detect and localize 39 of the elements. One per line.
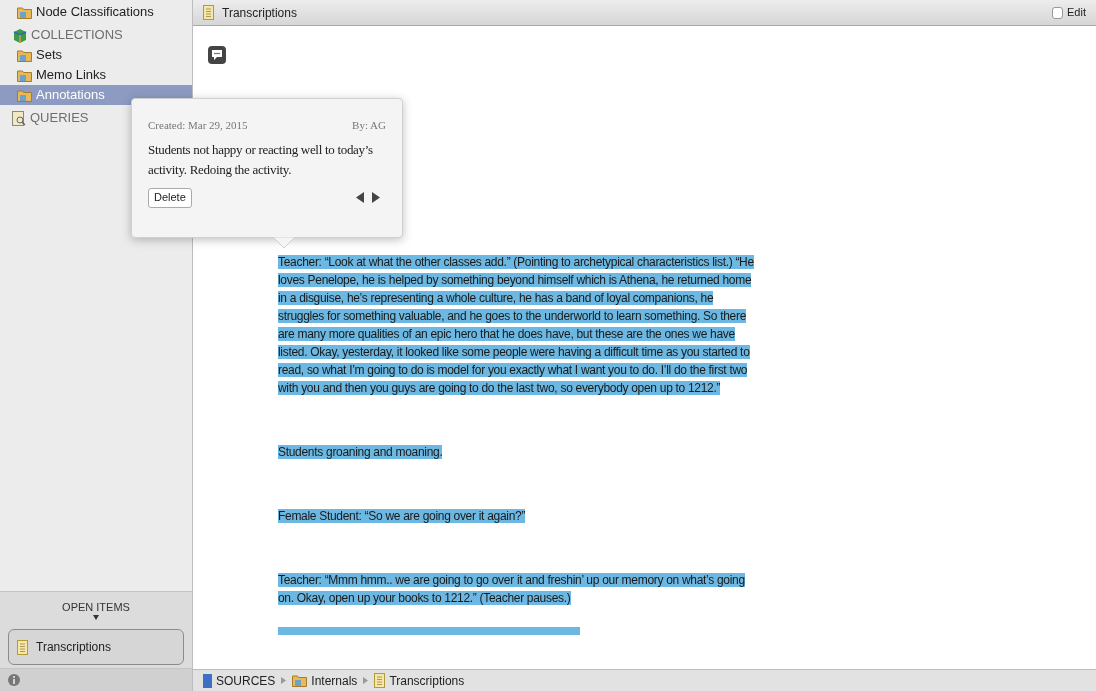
chevron-icon — [363, 677, 369, 684]
edit-label: Edit — [1067, 5, 1086, 21]
document-icon — [203, 5, 214, 20]
comment-icon[interactable] — [208, 46, 226, 64]
delete-button[interactable]: Delete — [148, 187, 192, 208]
breadcrumb-item[interactable]: Internals — [292, 671, 358, 690]
edit-checkbox[interactable] — [1052, 6, 1064, 19]
book-icon — [203, 673, 212, 688]
open-items-header[interactable]: OPEN ITEMS — [0, 591, 192, 627]
document-tab[interactable]: Transcriptions — [203, 3, 297, 22]
folder-icon — [292, 674, 308, 687]
query-icon — [12, 110, 26, 126]
transcript-paragraph: Female Student: “So we are going over it again?” — [278, 508, 527, 525]
caret-icon — [93, 615, 99, 621]
folder-icon — [17, 48, 32, 62]
transcript-paragraph: Teacher: “Mmm hmm.. we are going to go over it and freshin’ up our memory on what’s going on. Okay, open up your books to 1212.” (Teacher pauses.) — [278, 572, 746, 607]
folder-icon — [17, 5, 32, 19]
sidebar-section[interactable]: QUERIES — [12, 108, 89, 128]
sidebar-section[interactable]: COLLECTIONS — [12, 25, 123, 45]
sidebar-item[interactable]: Node Classifications — [0, 2, 192, 22]
breadcrumb-item[interactable]: Transcriptions — [374, 671, 465, 690]
author-label: By: AG — [352, 118, 386, 133]
stack-icon — [12, 27, 27, 43]
previous-icon[interactable] — [356, 192, 364, 203]
transcript-paragraph: Teacher: “Look at what the other classes add.” (Pointing to archetypical characteristics list.) “He loves Penelope, he is helped by something beyond himself which is Athena, he returned home in a disguise, he’s representing a whole culture, he has a band of loyal companions, he struggles for something valuable, and he goes to the underworld to learn something. So there are many more qualities of an epic hero that he does have, but these are the ones we have listed. Okay, yesterday, it looked like some people were having a difficult time as you started to read, so what I’m going to do is model for you exactly what I want you to do. I’ll do the first two with you and then you guys are going to do the last two, so everybody open up to 1212.” — [278, 254, 755, 397]
sidebar-item[interactable]: Sets — [0, 45, 192, 65]
document-icon — [374, 673, 386, 688]
sidebar-item[interactable]: Memo Links — [0, 65, 192, 85]
breadcrumb-item[interactable]: SOURCES — [203, 671, 276, 690]
open-item[interactable]: Transcriptions — [8, 629, 184, 665]
folder-icon — [17, 68, 32, 82]
chevron-icon — [281, 677, 287, 684]
document-icon — [17, 639, 28, 655]
transcript-paragraph: Students groaning and moaning. — [278, 444, 444, 461]
info-icon[interactable] — [8, 674, 20, 686]
next-icon[interactable] — [372, 192, 380, 203]
folder-icon — [17, 88, 32, 102]
created-date: Created: Mar 29, 2015 — [148, 118, 248, 133]
annotation-text: Students not happy or reacting well to today’s activity. Redoing the activity. — [148, 140, 374, 179]
